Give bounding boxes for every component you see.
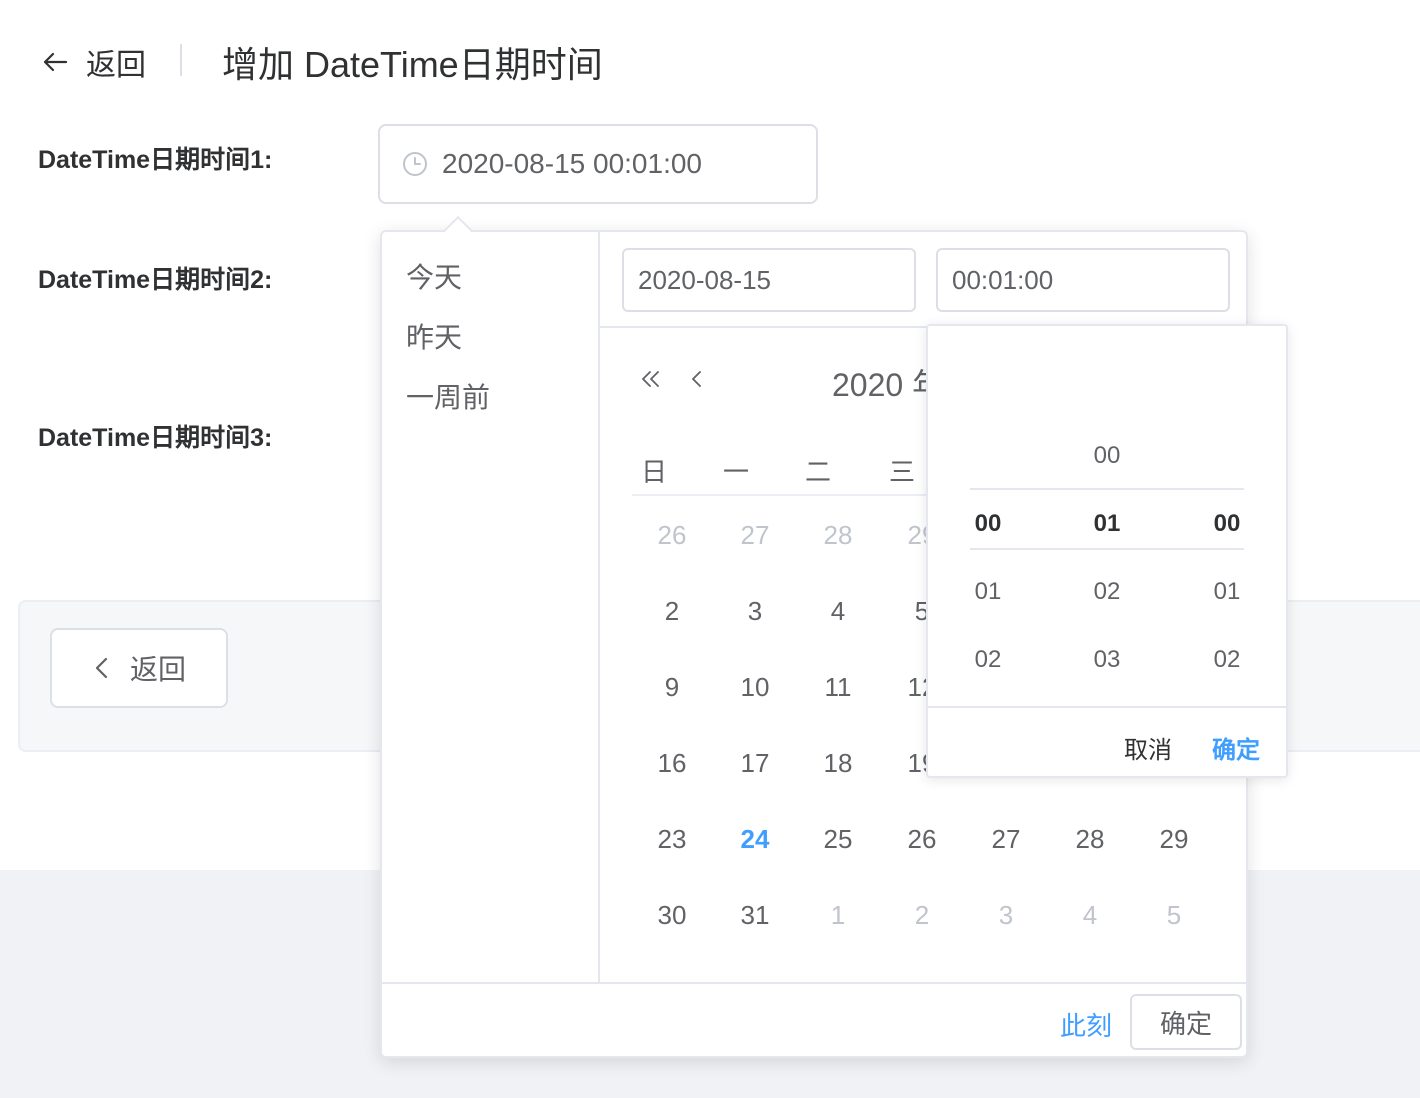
picker-date-input[interactable]: 2020-08-15 [622,248,916,312]
picker-footer-divider [382,982,1246,984]
footer-back-label: 返回 [129,654,186,685]
day-cell[interactable]: 10 [725,672,785,703]
day-cell[interactable]: 25 [808,824,868,855]
time-spinner-panel: 00 01 02 00 01 02 03 00 01 02 取消 确定 [926,324,1288,778]
day-cell[interactable]: 2 [642,596,702,627]
header-back-label: 返回 [86,49,146,82]
minute-item[interactable]: 00 [1047,442,1167,470]
hour-item[interactable]: 01 [928,578,1048,606]
chevron-left-icon [692,371,701,387]
minute-item-selected[interactable]: 01 [1047,510,1167,538]
second-column[interactable]: 00 01 02 [1167,326,1287,706]
day-cell[interactable]: 29 [1144,824,1204,855]
day-cell[interactable]: 1 [808,900,868,931]
hour-item-selected[interactable]: 00 [928,510,1048,538]
now-button[interactable]: 此刻 [1060,1006,1112,1043]
prev-year-button[interactable] [636,364,666,394]
picker-confirm-button[interactable]: 确定 [1130,994,1242,1050]
day-cell[interactable]: 4 [1060,900,1120,931]
datetime-label-1: DateTime日期时间1: [38,146,273,174]
second-item[interactable]: 02 [1167,646,1287,674]
datetime-input-1-value: 2020-08-15 00:01:00 [442,148,702,179]
hour-item[interactable]: 02 [928,646,1048,674]
day-cell[interactable]: 30 [642,900,702,931]
day-cell[interactable]: 2 [892,900,952,931]
shortcut-yesterday[interactable]: 昨天 [406,316,462,356]
day-cell[interactable]: 23 [642,824,702,855]
page-title: 增加 DateTime日期时间 [222,44,603,85]
weekday-wed: 三 [888,457,915,487]
shortcut-week-ago[interactable]: 一周前 [406,376,490,416]
footer-back-button[interactable]: 返回 [50,628,228,708]
day-cell[interactable]: 9 [642,672,702,703]
day-cell[interactable]: 4 [808,596,868,627]
datetime-input-1[interactable]: 2020-08-15 00:01:00 [378,124,818,204]
day-cell[interactable]: 31 [725,900,785,931]
day-cell[interactable]: 26 [642,520,702,551]
day-cell[interactable]: 27 [976,824,1036,855]
header-back-button[interactable]: 返回 [40,40,146,84]
day-cell[interactable]: 16 [642,748,702,779]
clock-icon [403,152,427,176]
minute-item[interactable]: 02 [1047,578,1167,606]
weekday-tue: 二 [804,457,831,487]
day-cell[interactable]: 18 [808,748,868,779]
day-cell-today[interactable]: 24 [725,824,785,855]
minute-item[interactable]: 03 [1047,646,1167,674]
hour-column[interactable]: 00 01 02 [928,326,1048,706]
day-cell[interactable]: 28 [1060,824,1120,855]
minute-column[interactable]: 00 01 02 03 [1047,326,1167,706]
weekday-mon: 一 [722,457,749,487]
weekday-sun: 日 [640,457,667,487]
day-cell[interactable]: 5 [1144,900,1204,931]
shortcut-sidebar: 今天 昨天 一周前 [382,232,600,982]
chevron-left-icon [95,657,108,679]
datetime-label-3: DateTime日期时间3: [38,424,273,452]
shortcut-today[interactable]: 今天 [406,256,462,296]
double-chevron-left-icon [642,371,659,387]
time-confirm-button[interactable]: 确定 [1212,730,1260,765]
time-cancel-button[interactable]: 取消 [1124,730,1172,765]
datetime-label-2: DateTime日期时间2: [38,266,273,294]
day-cell[interactable]: 17 [725,748,785,779]
day-cell[interactable]: 28 [808,520,868,551]
day-cell[interactable]: 3 [725,596,785,627]
arrow-left-icon [43,52,68,72]
day-cell[interactable]: 27 [725,520,785,551]
day-cell[interactable]: 3 [976,900,1036,931]
prev-month-button[interactable] [682,364,712,394]
header-divider [180,44,182,76]
time-footer-divider [928,706,1286,708]
day-cell[interactable]: 11 [808,672,868,703]
second-item-selected[interactable]: 00 [1167,510,1287,538]
day-cell[interactable]: 26 [892,824,952,855]
picker-time-input[interactable]: 00:01:00 [936,248,1230,312]
second-item[interactable]: 01 [1167,578,1287,606]
